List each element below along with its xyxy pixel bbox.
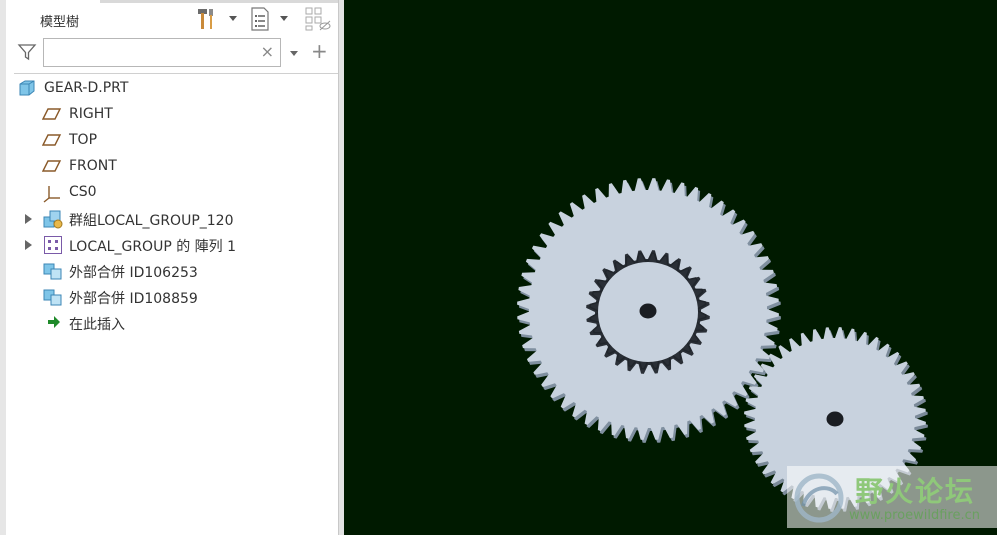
hidden-items-icon: [305, 7, 331, 31]
watermark-url: www.proewildfire.cn: [849, 508, 980, 523]
watermark: 野火论坛 www.proewildfire.cn: [787, 466, 997, 528]
tree-item-label: 外部合併 ID108859: [69, 291, 198, 307]
tree-item-label: CS0: [69, 184, 97, 200]
app-window: 模型樹 × + GEAR-D.PRT RIGHT TOP FRONT CS0 群…: [0, 0, 997, 535]
tools-dropdown-arrow[interactable]: [229, 16, 237, 21]
watermark-logo-icon: [794, 473, 844, 523]
datum-plane-icon: [42, 108, 62, 120]
part-icon: [19, 80, 35, 96]
group-icon: [43, 210, 63, 229]
filter-row: × +: [6, 37, 338, 69]
gear-model-graphic: [517, 178, 928, 512]
pattern-icon: [44, 236, 62, 254]
tree-item-group[interactable]: 群組LOCAL_GROUP_120: [6, 206, 338, 232]
tree-item-top-plane[interactable]: TOP: [6, 128, 338, 154]
tree-item-insert-here[interactable]: 在此插入: [6, 310, 338, 336]
datum-plane-icon: [42, 134, 62, 146]
tree-item-external-merge-1[interactable]: 外部合併 ID106253: [6, 258, 338, 284]
tree-item-coordinate-system[interactable]: CS0: [6, 180, 338, 206]
show-hidden-button[interactable]: [304, 6, 332, 32]
tree-item-label: 外部合併 ID106253: [69, 265, 198, 281]
graphics-viewport[interactable]: [344, 0, 997, 535]
tree-item-label: TOP: [69, 132, 98, 148]
search-input-box[interactable]: ×: [43, 38, 281, 67]
model-tree-panel: 模型樹 × + GEAR-D.PRT RIGHT TOP FRONT CS0 群…: [6, 0, 338, 535]
model-tree-header: 模型樹: [6, 0, 338, 36]
model-tree-list: GEAR-D.PRT RIGHT TOP FRONT CS0 群組LOCAL_G…: [6, 76, 338, 336]
expand-arrow-icon[interactable]: [25, 240, 32, 250]
tree-item-label: LOCAL_GROUP 的 陣列 1: [69, 239, 237, 255]
tree-item-label: 群組LOCAL_GROUP_120: [69, 213, 234, 229]
datum-plane-icon: [42, 160, 62, 172]
filter-dropdown-arrow[interactable]: [290, 51, 298, 56]
header-separator: [14, 73, 338, 74]
tree-item-label: GEAR-D.PRT: [44, 80, 129, 96]
small-gear-bore: [826, 411, 844, 427]
external-merge-icon: [43, 263, 62, 280]
coordinate-system-icon: [43, 186, 60, 203]
tree-item-pattern[interactable]: LOCAL_GROUP 的 陣列 1: [6, 232, 338, 258]
columns-dropdown-arrow[interactable]: [280, 16, 288, 21]
tree-item-label: 在此插入: [69, 317, 125, 333]
tree-item-part[interactable]: GEAR-D.PRT: [6, 76, 338, 102]
list-view-icon: [251, 7, 269, 31]
tools-icon: [198, 9, 213, 29]
search-input[interactable]: [48, 40, 252, 67]
large-gear-bore: [639, 303, 657, 319]
insert-here-arrow-icon: [48, 316, 60, 328]
tree-item-label: RIGHT: [69, 106, 113, 122]
model-tree-title: 模型樹: [40, 15, 80, 30]
filter-icon[interactable]: [17, 42, 37, 62]
expand-arrow-icon[interactable]: [25, 214, 32, 224]
watermark-title: 野火论坛: [855, 475, 976, 508]
settings-tools-button[interactable]: [194, 6, 220, 32]
clear-search-icon[interactable]: ×: [261, 43, 274, 61]
tree-item-label: FRONT: [69, 158, 117, 174]
tree-item-right-plane[interactable]: RIGHT: [6, 102, 338, 128]
tree-item-external-merge-2[interactable]: 外部合併 ID108859: [6, 284, 338, 310]
tree-item-front-plane[interactable]: FRONT: [6, 154, 338, 180]
tree-columns-button[interactable]: [249, 6, 271, 32]
add-column-button[interactable]: +: [311, 40, 328, 62]
external-merge-icon: [43, 289, 62, 306]
